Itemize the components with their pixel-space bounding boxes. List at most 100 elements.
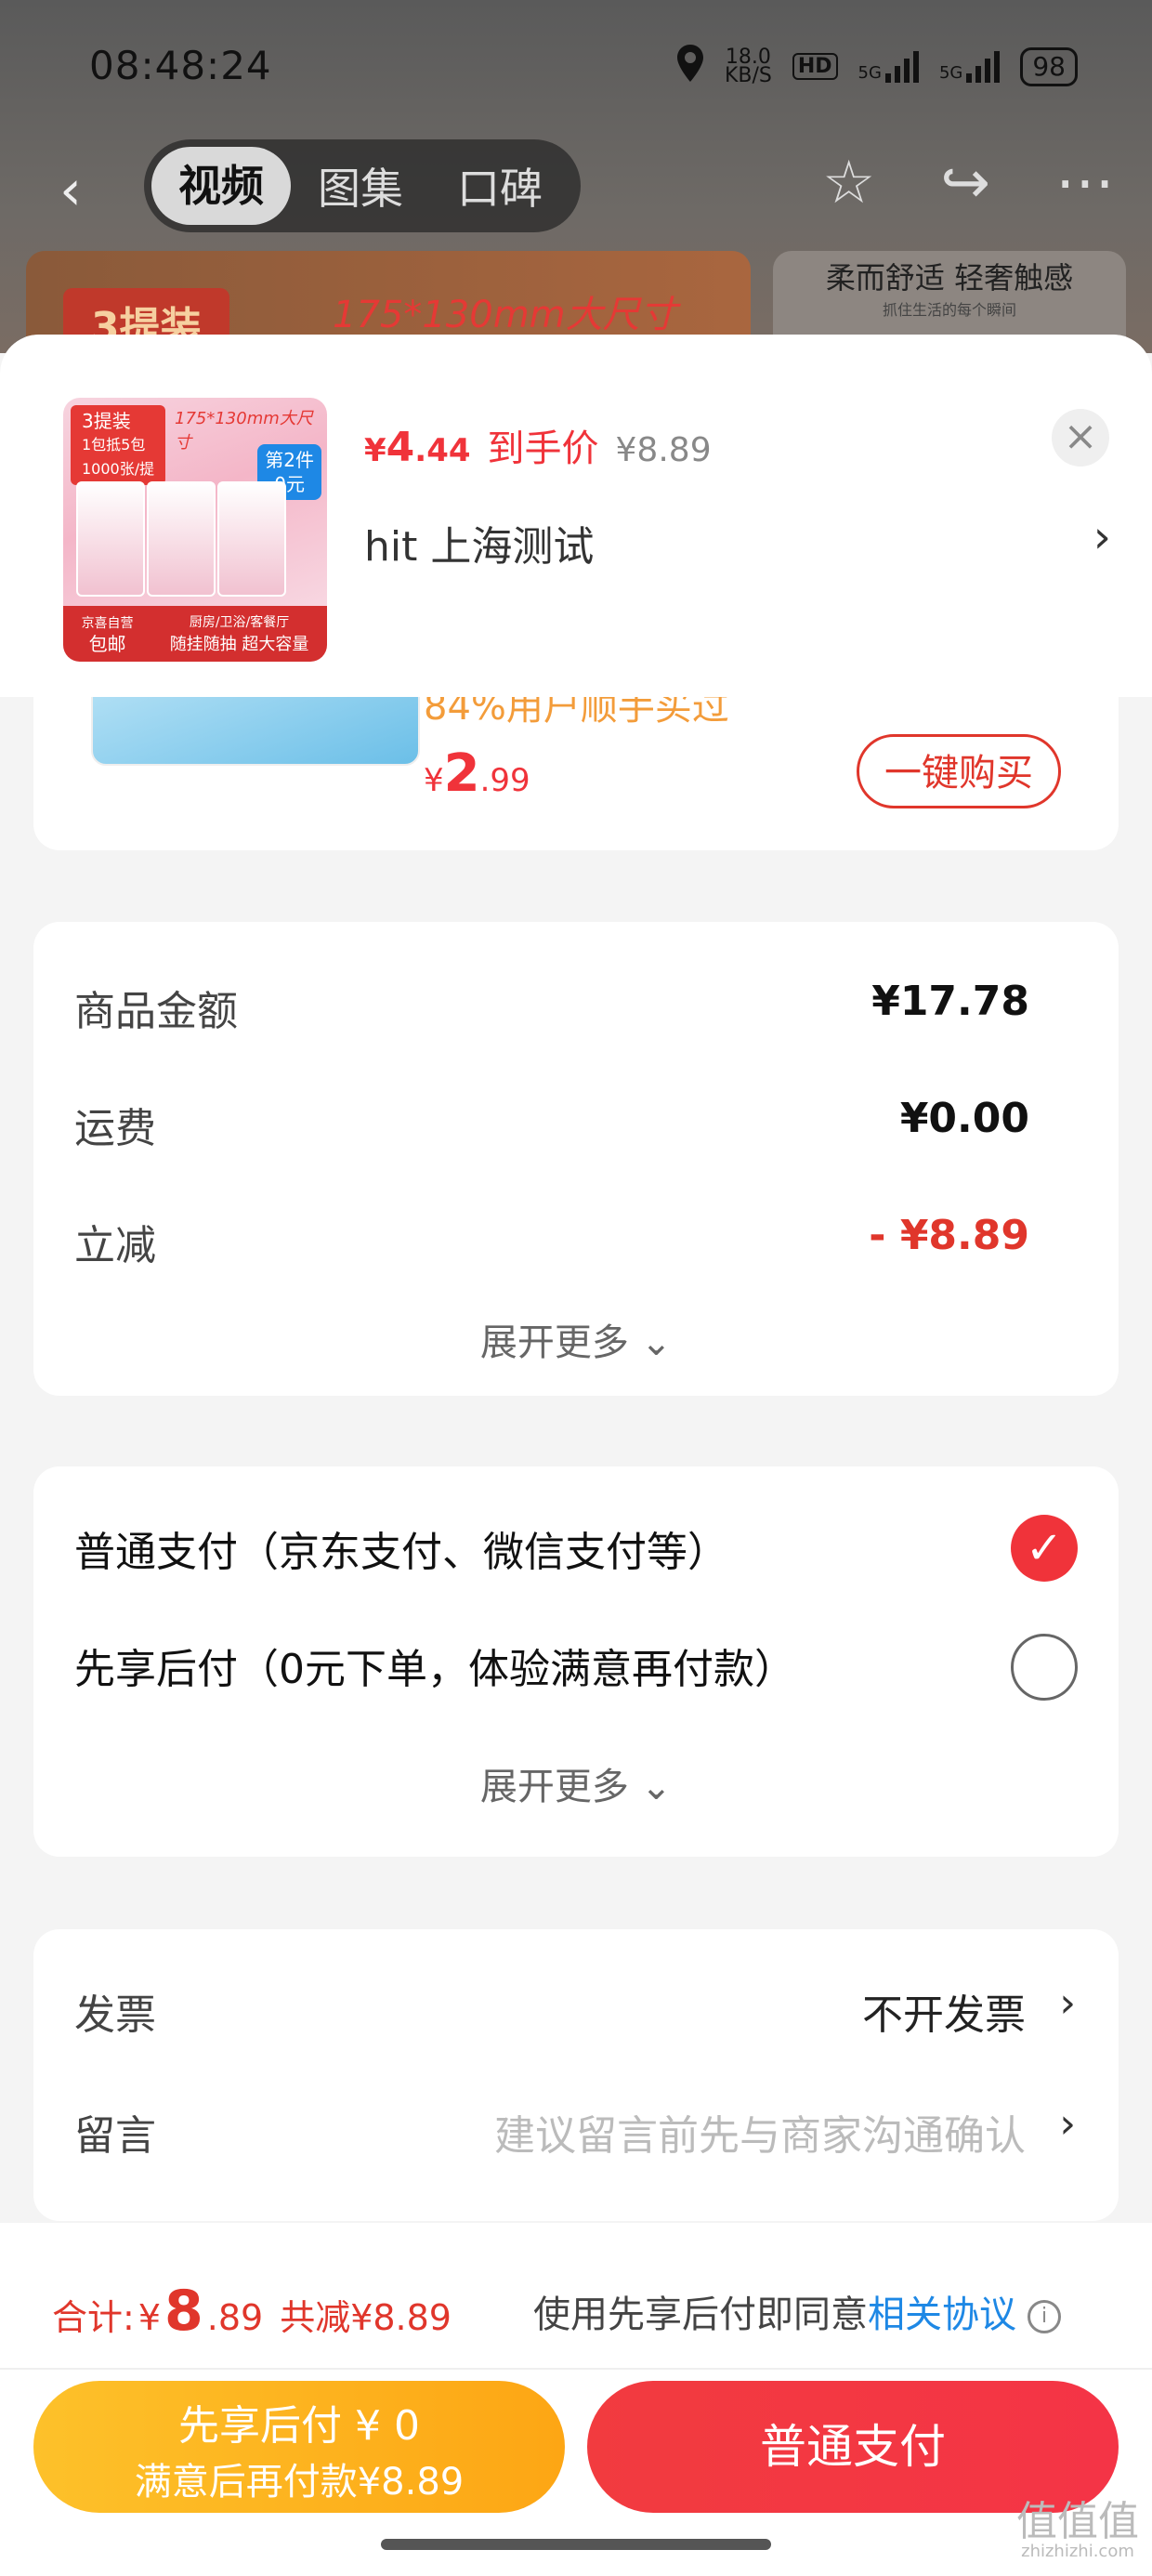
- close-button[interactable]: ×: [1052, 409, 1109, 467]
- tab-video[interactable]: 视频: [151, 147, 291, 225]
- cost-value: ¥0.00: [899, 1095, 1029, 1142]
- thumb-rooms: 厨房/卫浴/客餐厅: [189, 615, 290, 630]
- thumb-slogan-text: 随挂随抽 超大容量: [169, 635, 309, 654]
- invoice-value[interactable]: 不开发票: [862, 1981, 1026, 2041]
- cost-label: 运费: [74, 1105, 156, 1152]
- cost-value: ¥17.78: [871, 978, 1029, 1025]
- thumb-tag-line1: 3提装: [82, 410, 131, 432]
- chevron-down-icon: ⌄: [640, 1766, 673, 1808]
- pay-later-line2: 满意后再付款¥8.89: [134, 2461, 465, 2504]
- expand-more-payment[interactable]: 展开更多 ⌄: [33, 1756, 1119, 1810]
- agreement-prefix: 使用先享后付即同意: [533, 2293, 868, 2336]
- tab-gallery[interactable]: 图集: [291, 155, 430, 217]
- signal-icon-1: 5G: [858, 50, 919, 83]
- back-icon[interactable]: ‹: [59, 158, 82, 223]
- checkbox-unchecked-icon[interactable]: [1011, 1634, 1078, 1701]
- chevron-right-icon[interactable]: ›: [1059, 2100, 1076, 2148]
- note-label: 留言: [74, 2112, 156, 2160]
- cost-value: - ¥8.89: [869, 1212, 1029, 1259]
- product-page-background: 08:48:24 18.0 KB/S HD 5G 5G 98 ‹ 视频 图集 口…: [0, 0, 1152, 362]
- close-icon: ×: [1063, 413, 1098, 460]
- sheet-header: 3提装 1包抵5包 1000张/提 175*130mm大尺寸 第2件 0元 京喜…: [0, 335, 1152, 697]
- status-time: 08:48:24: [89, 43, 272, 88]
- media-tabs: 视频 图集 口碑: [144, 139, 581, 232]
- banner-right-title: 柔而舒适 轻奢触感: [825, 260, 1074, 296]
- pay-later-button[interactable]: 先享后付 ¥ 0 满意后再付款¥8.89: [33, 2381, 565, 2513]
- info-icon[interactable]: i: [1028, 2300, 1061, 2333]
- expand-more-label: 展开更多: [479, 1766, 629, 1808]
- payment-option-standard[interactable]: 普通支付（京东支付、微信支付等）: [74, 1518, 728, 1578]
- cost-label: 商品金额: [74, 988, 238, 1035]
- battery-icon: 98: [1020, 46, 1078, 86]
- thumb-tag: 3提装 1包抵5包 1000张/提: [71, 405, 166, 485]
- recommend-price: ¥2.99: [424, 743, 530, 804]
- thumb-ship-label: 京喜自营 包邮: [82, 613, 134, 654]
- hd-icon: HD: [792, 53, 838, 80]
- total-symbol: ¥: [137, 2297, 161, 2338]
- pay-later-line1: 先享后付 ¥ 0: [178, 2402, 420, 2450]
- invoice-note-card: 发票 不开发票 › 留言 建议留言前先与商家沟通确认 ›: [33, 1929, 1119, 2221]
- delivery-address[interactable]: hit 上海测试: [364, 513, 594, 572]
- standard-pay-button[interactable]: 普通支付: [587, 2381, 1119, 2513]
- chevron-right-icon[interactable]: ›: [1093, 511, 1111, 563]
- status-icons: 18.0 KB/S HD 5G 5G 98: [676, 45, 1078, 88]
- chevron-right-icon[interactable]: ›: [1059, 1979, 1076, 2027]
- network-speed-unit: KB/S: [724, 63, 772, 87]
- thumb-shipping-strip: 京喜自营 包邮 厨房/卫浴/客餐厅 随挂随抽 超大容量: [63, 606, 327, 662]
- thumb-tag-line2: 1包抵5包: [82, 436, 146, 453]
- final-price-dec: .44: [414, 432, 471, 469]
- thumb-ship-line2: 包邮: [88, 633, 126, 655]
- cost-row-subtotal: 商品金额 ¥17.78: [74, 978, 1029, 1037]
- network-speed: 18.0 KB/S: [724, 46, 772, 87]
- one-click-buy-button[interactable]: 一键购买: [857, 734, 1061, 808]
- share-icon[interactable]: ↪: [940, 149, 990, 217]
- cost-row-discount: 立减 - ¥8.89: [74, 1212, 1029, 1271]
- total-saved: 共减¥8.89: [280, 2297, 452, 2338]
- total-int: 8: [164, 2279, 203, 2344]
- price-line: ¥4.44 到手价 ¥8.89: [364, 418, 712, 472]
- agreement-text: 使用先享后付即同意相关协议 i: [533, 2284, 1061, 2338]
- tissue-pack: [147, 481, 216, 597]
- expand-more-label: 展开更多: [479, 1321, 629, 1364]
- favorite-star-icon[interactable]: ☆: [822, 149, 875, 217]
- status-bar: 08:48:24 18.0 KB/S HD 5G 5G 98: [0, 37, 1152, 102]
- tab-reviews[interactable]: 口碑: [430, 155, 569, 217]
- checkbox-checked-icon[interactable]: ✓: [1011, 1515, 1078, 1582]
- total-amount: 合计: ¥ 8 .89 共减¥8.89: [52, 2279, 452, 2344]
- thumb-slogan: 厨房/卫浴/客餐厅 随挂随抽 超大容量: [170, 612, 309, 655]
- final-price-int: 4: [386, 424, 415, 471]
- recommend-price-int: 2: [443, 743, 480, 804]
- top-navigation: ‹ 视频 图集 口碑 ☆ ↪ ⋯: [0, 139, 1152, 232]
- thumb-badge-line1: 第2件: [265, 449, 314, 471]
- payment-option-pay-later[interactable]: 先享后付（0元下单，体验满意再付款）: [74, 1636, 795, 1695]
- recommend-price-dec: .99: [479, 762, 530, 799]
- signal-icon-2: 5G: [938, 50, 1001, 83]
- final-price-label: 到手价: [487, 427, 599, 470]
- final-price-symbol: ¥: [364, 432, 386, 469]
- agreement-link[interactable]: 相关协议: [868, 2293, 1016, 2336]
- checkout-footer: 合计: ¥ 8 .89 共减¥8.89 使用先享后付即同意相关协议 i 先享后付 …: [0, 2223, 1152, 2576]
- nav-actions: ☆ ↪ ⋯: [822, 149, 1115, 217]
- checkout-sheet: 3提装 1包抵5包 1000张/提 175*130mm大尺寸 第2件 0元 京喜…: [0, 335, 1152, 2576]
- location-icon: [676, 45, 704, 88]
- cost-breakdown-card: 商品金额 ¥17.78 运费 ¥0.00 立减 - ¥8.89 展开更多 ⌄: [33, 922, 1119, 1396]
- recommend-price-symbol: ¥: [424, 762, 444, 799]
- total-dec: .89: [206, 2297, 264, 2338]
- expand-more-cost[interactable]: 展开更多 ⌄: [33, 1312, 1119, 1366]
- final-price: ¥4.44: [364, 424, 471, 471]
- network-type-2: 5G: [938, 62, 963, 83]
- more-icon[interactable]: ⋯: [1055, 149, 1115, 217]
- total-label: 合计:: [52, 2297, 135, 2338]
- original-price: ¥8.89: [615, 431, 712, 469]
- watermark: 值值值 zhizhizhi.com: [1016, 2502, 1139, 2561]
- payment-method-card: 普通支付（京东支付、微信支付等） ✓ 先享后付（0元下单，体验满意再付款） 展开…: [33, 1466, 1119, 1857]
- product-thumbnail: 3提装 1包抵5包 1000张/提 175*130mm大尺寸 第2件 0元 京喜…: [63, 398, 327, 662]
- home-indicator[interactable]: [381, 2539, 771, 2550]
- thumb-ship-line1: 京喜自营: [81, 616, 134, 631]
- thumb-tag-line3: 1000张/提: [82, 460, 155, 478]
- watermark-url: zhizhizhi.com: [1021, 2542, 1134, 2561]
- divider: [0, 2368, 1152, 2370]
- note-input[interactable]: 建议留言前先与商家沟通确认: [494, 2102, 1026, 2162]
- banner-right-subtitle: 抓住生活的每个瞬间: [882, 301, 1016, 319]
- cost-label: 立减: [74, 1222, 156, 1269]
